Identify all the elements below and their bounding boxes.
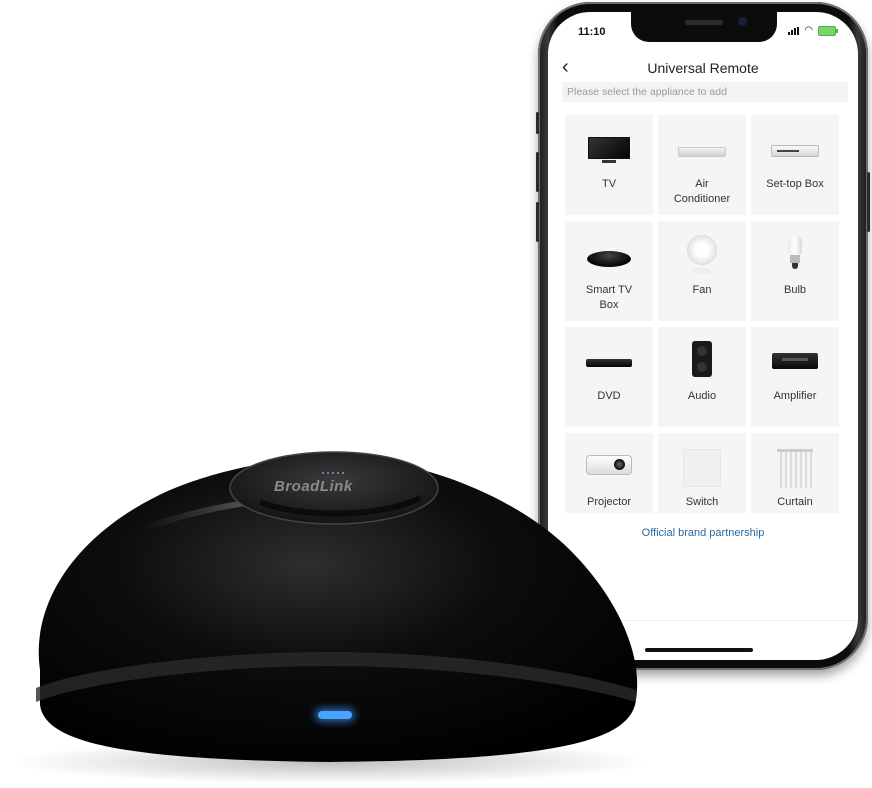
appliance-label: Air Conditioner bbox=[672, 177, 732, 207]
instruction-banner: Please select the appliance to add bbox=[562, 82, 848, 102]
phone-power-button bbox=[867, 172, 870, 232]
curtain-icon bbox=[777, 449, 813, 488]
page-title: Universal Remote bbox=[647, 60, 759, 76]
nav-bar: ‹ Universal Remote bbox=[548, 56, 858, 82]
appliance-label: Audio bbox=[687, 390, 717, 402]
appliance-label: Smart TV Box bbox=[579, 283, 639, 313]
set-top-box-icon bbox=[771, 145, 819, 157]
battery-charging-icon bbox=[818, 26, 838, 36]
appliance-tile-bulb[interactable]: Bulb bbox=[751, 221, 839, 321]
appliance-tile-switch[interactable]: Switch bbox=[658, 433, 746, 513]
appliance-tile-air-conditioner[interactable]: Air Conditioner bbox=[658, 115, 746, 215]
front-camera bbox=[738, 17, 747, 26]
appliance-label: TV bbox=[601, 178, 617, 190]
status-icons: ◠ bbox=[788, 25, 838, 36]
appliance-label: DVD bbox=[597, 390, 621, 402]
air-conditioner-icon bbox=[678, 147, 726, 157]
brand-logo: BroadLink bbox=[274, 478, 353, 495]
appliance-label: Set-top Box bbox=[766, 178, 824, 190]
broadlink-hub-device: BroadLink bbox=[0, 440, 660, 788]
phone-notch bbox=[631, 12, 777, 42]
home-indicator[interactable] bbox=[645, 648, 753, 652]
appliance-tile-dvd[interactable]: DVD bbox=[565, 327, 653, 427]
appliance-tile-amplifier[interactable]: Amplifier bbox=[751, 327, 839, 427]
status-led bbox=[318, 711, 352, 719]
dvd-player-icon bbox=[586, 359, 632, 367]
appliance-tile-curtain[interactable]: Curtain bbox=[751, 433, 839, 513]
appliance-tile-audio[interactable]: Audio bbox=[658, 327, 746, 427]
status-time: 11:10 bbox=[578, 26, 606, 38]
appliance-label-text: Air Conditioner bbox=[673, 178, 731, 205]
smart-tv-box-icon bbox=[587, 251, 631, 267]
appliance-tile-set-top-box[interactable]: Set-top Box bbox=[751, 115, 839, 215]
speaker-icon bbox=[692, 341, 712, 377]
amplifier-icon bbox=[772, 353, 818, 369]
appliance-label: Bulb bbox=[783, 284, 807, 296]
appliance-label: Switch bbox=[685, 496, 719, 508]
appliance-label: Fan bbox=[692, 284, 712, 296]
appliance-tile-smart-tv-box[interactable]: Smart TV Box bbox=[565, 221, 653, 321]
bulb-icon bbox=[788, 235, 802, 271]
fan-icon bbox=[687, 235, 717, 275]
cellular-signal-icon bbox=[788, 27, 800, 35]
appliance-label: Curtain bbox=[777, 496, 813, 508]
brand-logo-dots bbox=[322, 472, 344, 474]
earpiece-speaker bbox=[685, 20, 723, 25]
wall-switch-icon bbox=[683, 449, 721, 487]
appliance-label: Amplifier bbox=[773, 390, 817, 402]
phone-volume-up-button bbox=[536, 152, 539, 192]
phone-side-button bbox=[536, 112, 539, 134]
phone-volume-down-button bbox=[536, 202, 539, 242]
wifi-icon: ◠ bbox=[804, 25, 813, 36]
tv-icon bbox=[588, 137, 630, 163]
appliance-tile-fan[interactable]: Fan bbox=[658, 221, 746, 321]
appliance-label-text: Smart TV Box bbox=[585, 284, 633, 311]
appliance-tile-tv[interactable]: TV bbox=[565, 115, 653, 215]
